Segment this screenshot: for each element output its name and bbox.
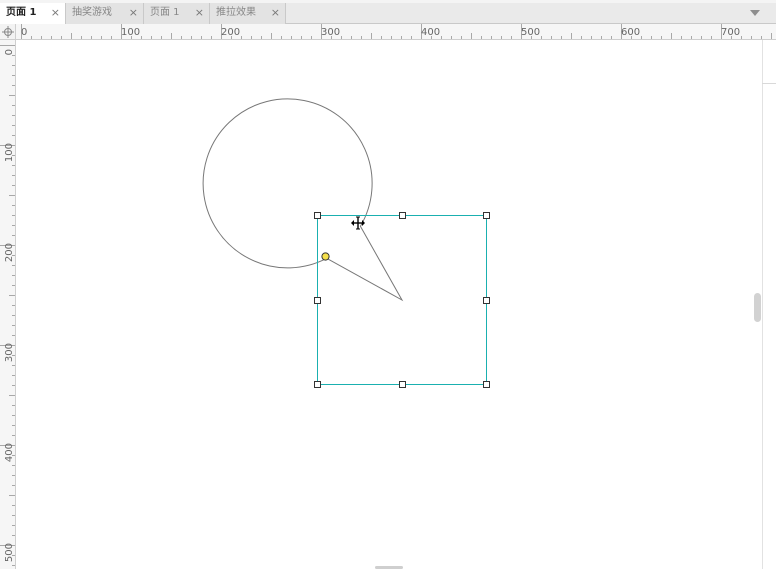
crosshair-icon: [2, 26, 14, 38]
tab-page-1[interactable]: 页面 1 ×: [0, 3, 66, 25]
vertical-scrollbar-thumb[interactable]: [754, 293, 761, 322]
ruler-label: 100: [4, 143, 15, 162]
tab-label: 页面 1: [150, 7, 180, 18]
design-canvas[interactable]: [17, 40, 762, 569]
ruler-corner[interactable]: [0, 24, 16, 40]
ruler-label: 300: [321, 27, 340, 38]
ruler-label: 700: [721, 27, 740, 38]
vertical-ruler[interactable]: 0 100 200 300 400 500: [0, 40, 16, 569]
horizontal-ruler-labels: 0 100 200 300 400 500 600 700: [21, 27, 740, 38]
horizontal-ruler[interactable]: 0 100 200 300 400 500 600 700: [16, 24, 776, 40]
tab-label: 抽奖游戏: [72, 7, 112, 18]
ruler-label: 0: [21, 27, 27, 38]
close-icon[interactable]: ×: [271, 3, 280, 22]
close-icon[interactable]: ×: [195, 3, 204, 22]
tab-label: 推拉效果: [216, 7, 256, 18]
ruler-label: 300: [4, 343, 15, 362]
horizontal-ruler-scale: 0 100 200 300 400 500 600 700: [21, 24, 772, 39]
ruler-label: 600: [621, 27, 640, 38]
ruler-label: 100: [121, 27, 140, 38]
scrollbar-divider: [762, 83, 776, 84]
close-icon[interactable]: ×: [129, 3, 138, 22]
ruler-label: 500: [4, 543, 15, 562]
tab-lottery-game[interactable]: 抽奖游戏 ×: [66, 3, 144, 24]
tab-push-pull-effect[interactable]: 推拉效果 ×: [210, 3, 286, 24]
tab-page-1-second[interactable]: 页面 1 ×: [144, 3, 210, 24]
ruler-label: 0: [4, 49, 15, 55]
tab-label: 页面 1: [6, 7, 37, 18]
ruler-label: 200: [4, 243, 15, 262]
ruler-label: 200: [221, 27, 240, 38]
ruler-label: 400: [4, 443, 15, 462]
vertical-ruler-ticks: [0, 45, 15, 566]
vertical-scrollbar[interactable]: [762, 40, 776, 569]
ruler-label: 500: [521, 27, 540, 38]
vertical-ruler-scale: 0 100 200 300 400 500: [0, 45, 15, 566]
ruler-label: 400: [421, 27, 440, 38]
tab-bar: 页面 1 × 抽奖游戏 × 页面 1 × 推拉效果 ×: [0, 0, 776, 25]
chevron-down-icon[interactable]: [750, 10, 760, 16]
close-icon[interactable]: ×: [51, 3, 60, 22]
